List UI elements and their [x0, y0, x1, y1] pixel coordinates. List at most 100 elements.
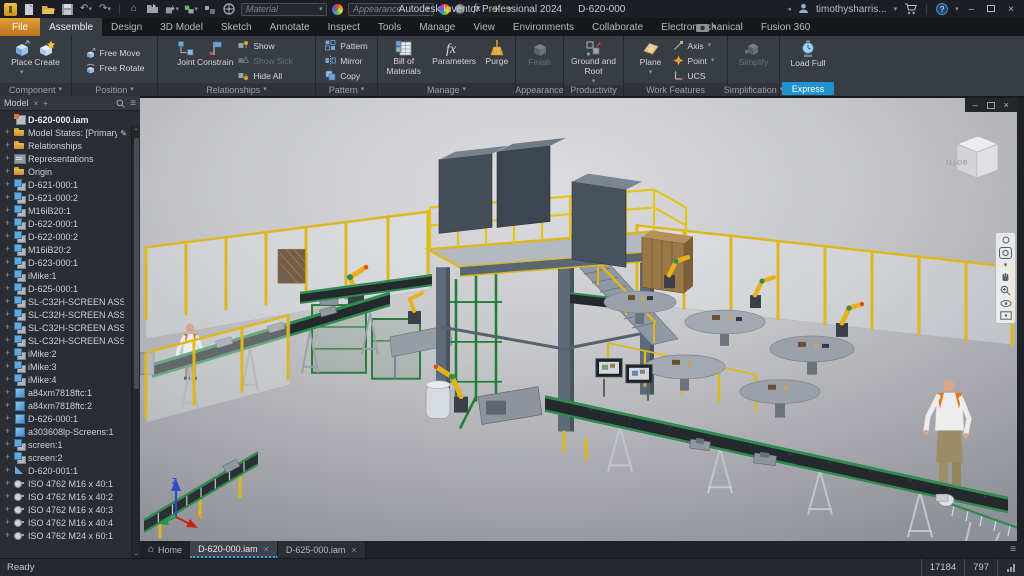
tree-item[interactable]: SL-C32H-SCREEN ASSY-02:2: [2, 321, 140, 334]
expander-icon[interactable]: [4, 258, 11, 267]
expander-icon[interactable]: [4, 167, 11, 176]
doc-restore-icon[interactable]: [987, 102, 995, 109]
screenshot-tool-icon[interactable]: ▾: [688, 18, 724, 36]
tree-item[interactable]: Origin: [2, 165, 140, 178]
parameters-button[interactable]: fx Parameters: [429, 38, 478, 83]
scrollbar-thumb[interactable]: [134, 138, 139, 389]
tree-item[interactable]: iMike:4: [2, 373, 140, 386]
tree-item[interactable]: Model States: [Primary]: [2, 126, 140, 139]
ribbon-tab[interactable]: Assemble: [40, 18, 102, 36]
show-button[interactable]: Show: [235, 38, 296, 53]
pattern-button[interactable]: Pattern: [322, 38, 370, 53]
tree-item[interactable]: ISO 4762 M24 x 60:1: [2, 529, 140, 542]
tree-item[interactable]: ISO 4762 M16 x 40:2: [2, 490, 140, 503]
place-dropdown-icon[interactable]: ▾: [20, 69, 24, 76]
inventor-logo-icon[interactable]: [4, 3, 17, 16]
tree-item[interactable]: screen:2: [2, 451, 140, 464]
expander-icon[interactable]: [4, 440, 11, 449]
expander-icon[interactable]: [4, 388, 11, 397]
doc-minimize-icon[interactable]: –: [973, 100, 978, 110]
browser-scrollbar[interactable]: ⌃ ⌄: [131, 126, 140, 558]
search-collapse-icon[interactable]: ◂: [787, 6, 791, 13]
browser-menu-icon[interactable]: ≡: [130, 98, 136, 109]
tree-item[interactable]: D-623-000:1: [2, 256, 140, 269]
tree-item[interactable]: Representations: [2, 152, 140, 165]
document-tab[interactable]: ⌂ D-620-000.iam ×: [190, 541, 278, 558]
expander-icon[interactable]: [4, 466, 11, 475]
redo-icon[interactable]: ↷▾: [98, 3, 112, 16]
close-button[interactable]: ×: [1005, 4, 1017, 15]
ribbon-tab[interactable]: Manage: [410, 18, 464, 36]
tree-item[interactable]: a303608lp-Screens:1: [2, 425, 140, 438]
graphics-viewport[interactable]: – × BOTTOM ▾ Z X: [140, 96, 1024, 541]
tree-item[interactable]: iMike:3: [2, 360, 140, 373]
ribbon-tab[interactable]: Tools: [369, 18, 410, 36]
bill-of-materials-button[interactable]: Bill of Materials: [380, 38, 427, 83]
ground-and-root-button[interactable]: Ground and Root ▾: [566, 38, 621, 85]
tree-item[interactable]: D-625-000:1: [2, 282, 140, 295]
purge-button[interactable]: Purge: [481, 38, 513, 83]
expander-icon[interactable]: [4, 141, 11, 150]
tree-item[interactable]: ISO 4762 M16 x 40:1: [2, 477, 140, 490]
expander-icon[interactable]: [4, 271, 11, 280]
material-combo[interactable]: Material▾: [241, 3, 327, 16]
tree-item[interactable]: SL-C32H-SCREEN ASSY-02:4: [2, 334, 140, 347]
tree-item[interactable]: D-622-000:2: [2, 230, 140, 243]
tree-item[interactable]: Relationships: [2, 139, 140, 152]
ribbon-tab[interactable]: Design: [102, 18, 151, 36]
ribbon-tab[interactable]: File: [0, 18, 40, 36]
expander-icon[interactable]: [4, 232, 11, 241]
position-group-label[interactable]: Position▾: [72, 83, 157, 96]
tree-item[interactable]: D-621-000:1: [2, 178, 140, 191]
expander-icon[interactable]: [4, 128, 11, 137]
expander-icon[interactable]: [4, 531, 11, 540]
expander-icon[interactable]: [4, 518, 11, 527]
open-file-icon[interactable]: [41, 3, 55, 16]
close-browser-icon[interactable]: ×: [34, 99, 39, 108]
tree-item[interactable]: ISO 4762 M16 x 40:4: [2, 516, 140, 529]
expander-icon[interactable]: [4, 154, 11, 163]
navbar-caret-icon[interactable]: ▾: [1004, 262, 1008, 269]
expander-icon[interactable]: [4, 206, 11, 215]
point-button[interactable]: Point▾: [670, 53, 718, 68]
ribbon-tab[interactable]: Environments: [504, 18, 583, 36]
assembly-tool-icon[interactable]: ▾: [184, 3, 198, 16]
color-wheel-icon[interactable]: [332, 4, 343, 15]
new-file-icon[interactable]: [22, 3, 36, 16]
free-rotate-button[interactable]: Free Rotate: [82, 61, 148, 76]
axis-button[interactable]: Axis▾: [670, 38, 718, 53]
plane-dropdown-icon[interactable]: ▾: [649, 69, 653, 76]
scroll-up-icon[interactable]: ⌃: [133, 126, 138, 136]
user-name[interactable]: timothysharris...: [816, 4, 887, 15]
ribbon-tab[interactable]: Inspect: [319, 18, 369, 36]
free-move-button[interactable]: Free Move: [82, 46, 148, 61]
tree-item[interactable]: SL-C32H-SCREEN ASSY-02:1: [2, 295, 140, 308]
productivity-group-label[interactable]: Productivity: [564, 85, 623, 96]
create-button[interactable]: Create: [34, 38, 60, 83]
tree-item[interactable]: screen:1: [2, 438, 140, 451]
document-tab[interactable]: ⌂ Home ×: [140, 541, 190, 558]
expander-icon[interactable]: [4, 401, 11, 410]
tree-item[interactable]: SL-C32H-SCREEN ASSY-02:3: [2, 308, 140, 321]
pattern-group-label[interactable]: Pattern▾: [316, 83, 377, 96]
tree-item[interactable]: a84xm7818ftc:1: [2, 386, 140, 399]
load-full-button[interactable]: Load Full: [791, 38, 826, 82]
joint-button[interactable]: Joint: [177, 38, 195, 83]
mirror-button[interactable]: Mirror: [322, 53, 370, 68]
tree-item[interactable]: D-620-001:1: [2, 464, 140, 477]
tree-item[interactable]: iMike:2: [2, 347, 140, 360]
ribbon-tab[interactable]: 3D Model: [151, 18, 212, 36]
component-tool-icon[interactable]: ▾: [165, 3, 179, 16]
open-folder-icon[interactable]: [146, 3, 160, 16]
plane-button[interactable]: Plane ▾: [634, 38, 668, 83]
manage-group-label[interactable]: Manage▾: [378, 83, 515, 96]
user-menu-caret-icon[interactable]: ▾: [894, 6, 898, 13]
document-tab[interactable]: ⌂ D-625-000.iam ×: [278, 541, 366, 558]
tree-item[interactable]: iMike:1: [2, 269, 140, 282]
expander-icon[interactable]: [4, 193, 11, 202]
ucs-button[interactable]: UCS: [670, 68, 718, 83]
place-button[interactable]: Place ▾: [11, 38, 32, 83]
tree-item[interactable]: M16iB20:2: [2, 243, 140, 256]
doc-close-icon[interactable]: ×: [1004, 100, 1009, 110]
copy-button[interactable]: Copy: [322, 68, 370, 83]
